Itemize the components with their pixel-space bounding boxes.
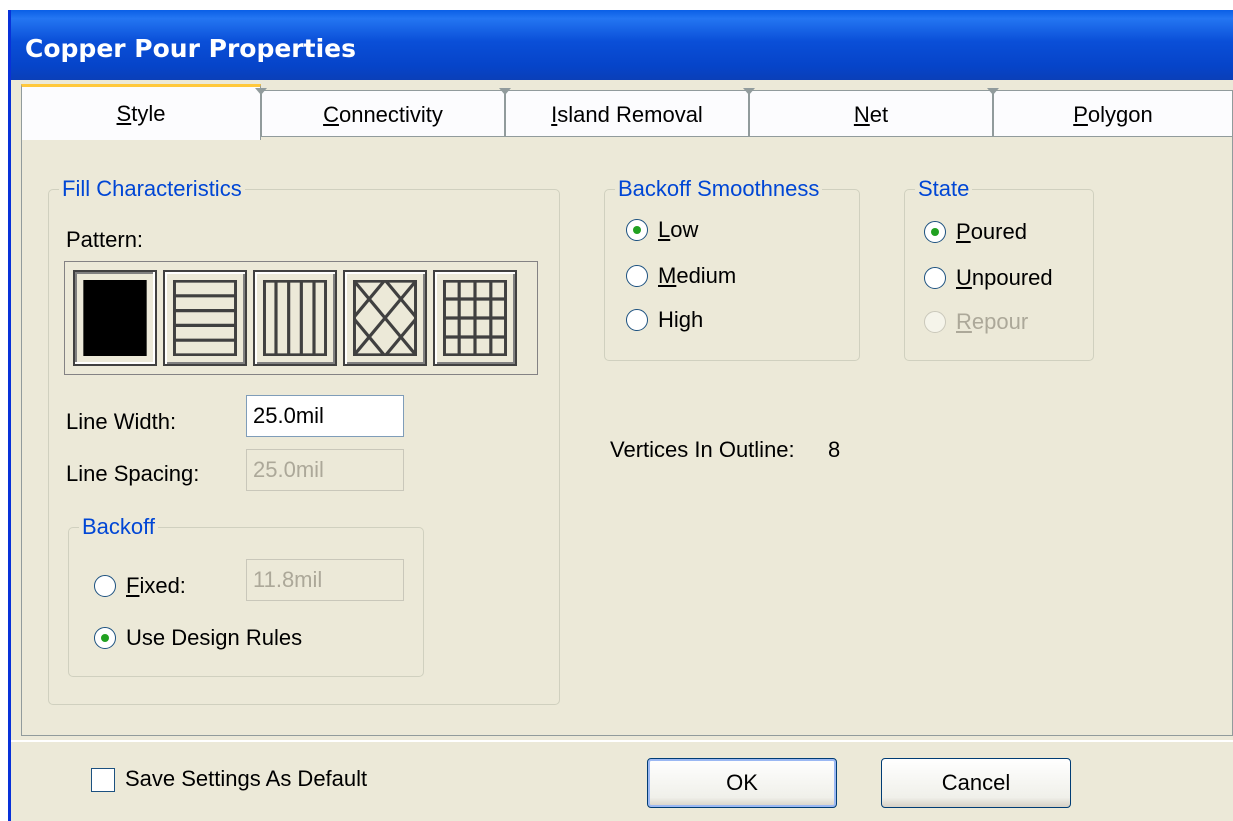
tab-connectivity[interactable]: Connectivity [261, 90, 505, 138]
copper-pour-dialog: Copper Pour Properties Style Connectivit… [8, 10, 1233, 821]
backoff-fixed-input: 11.8mil [246, 559, 404, 601]
group-title: Backoff [79, 514, 158, 540]
dialog-content: Style Connectivity Island Removal Net Po… [11, 80, 1233, 821]
style-tab-panel: Fill Characteristics Pattern: Line Width… [21, 136, 1233, 736]
line-width-label: Line Width: [66, 409, 177, 434]
vertical-lines-icon[interactable] [253, 270, 337, 366]
backoff-group: Backoff [68, 514, 424, 677]
tab-island-removal[interactable]: Island Removal [505, 90, 749, 138]
cancel-button[interactable]: Cancel [881, 758, 1071, 808]
state-repour-radio [924, 311, 946, 333]
group-title: Fill Characteristics [59, 176, 245, 202]
line-spacing-input: 25.0mil [246, 449, 404, 491]
tab-label: Polygon [1073, 101, 1153, 127]
diagonal-crosshatch-icon[interactable] [343, 270, 427, 366]
state-unpoured-radio[interactable] [924, 267, 946, 289]
window-title: Copper Pour Properties [25, 34, 356, 63]
smoothness-low-label: Low [658, 217, 699, 242]
tab-label: Island Removal [551, 101, 703, 127]
vertices-count: 8 [828, 437, 841, 462]
tab-label: Net [853, 101, 889, 127]
use-design-rules-radio[interactable] [94, 627, 116, 649]
tab-notch-icon [499, 88, 511, 95]
pattern-label: Pattern: [66, 227, 144, 252]
state-poured-label: Poured [956, 219, 1027, 244]
smoothness-medium-label: Medium [658, 263, 737, 288]
orthogonal-crosshatch-icon[interactable] [433, 270, 517, 366]
backoff-fixed-label: Fixed: [126, 573, 186, 598]
ok-button[interactable]: OK [647, 758, 837, 808]
smoothness-low-radio[interactable] [626, 219, 648, 241]
smoothness-medium-radio[interactable] [626, 265, 648, 287]
use-design-rules-label: Use Design Rules [126, 625, 303, 650]
tab-notch-icon [255, 88, 267, 95]
state-unpoured-label: Unpoured [956, 265, 1053, 290]
tab-label: Connectivity [323, 101, 443, 127]
tab-net[interactable]: Net [749, 90, 993, 138]
title-bar[interactable]: Copper Pour Properties [11, 10, 1233, 80]
smoothness-high-label: High [658, 307, 704, 332]
horizontal-lines-icon[interactable] [163, 270, 247, 366]
solid-fill-icon[interactable] [73, 270, 157, 366]
pattern-selector [64, 261, 538, 375]
cancel-button-label: Cancel [941, 770, 1011, 795]
save-default-checkbox[interactable] [91, 768, 115, 792]
backoff-fixed-radio[interactable] [94, 575, 116, 597]
tab-label: Style [116, 100, 166, 126]
line-spacing-label: Line Spacing: [66, 461, 200, 486]
state-poured-radio[interactable] [924, 221, 946, 243]
save-default-label: Save Settings As Default [125, 766, 368, 791]
group-title: Backoff Smoothness [615, 176, 823, 202]
footer-divider [11, 740, 1233, 742]
tab-notch-icon [743, 88, 755, 95]
tab-style[interactable]: Style [21, 84, 261, 140]
ok-button-label: OK [726, 770, 758, 795]
line-width-input[interactable]: 25.0mil [246, 395, 404, 437]
tab-notch-icon [987, 88, 999, 95]
tab-polygon[interactable]: Polygon [993, 90, 1233, 138]
group-title: State [915, 176, 973, 202]
vertices-label: Vertices In Outline: [610, 437, 795, 462]
state-repour-label: Repour [956, 309, 1029, 334]
smoothness-high-radio[interactable] [626, 309, 648, 331]
